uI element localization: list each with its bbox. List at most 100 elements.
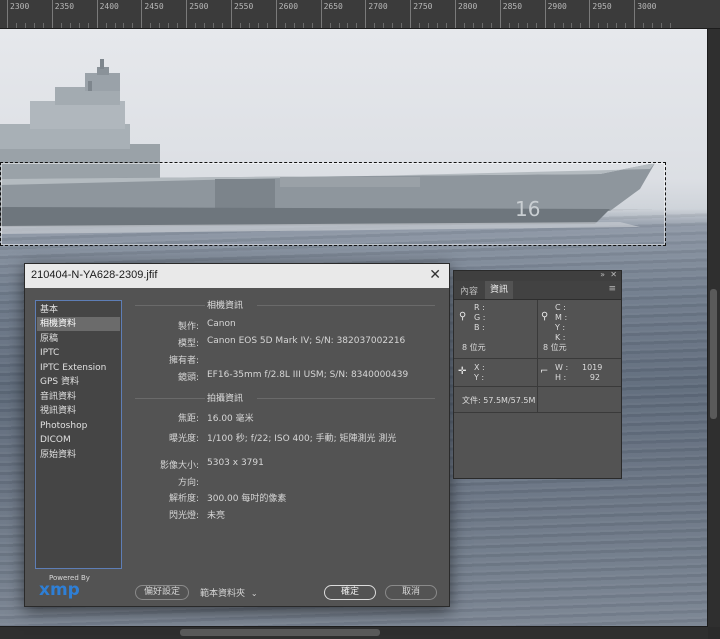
bit-depth-right: 8 位元 [543, 343, 567, 352]
vertical-scrollbar[interactable] [707, 29, 720, 627]
ruler-minor-tick [607, 23, 609, 28]
image-size-label: 影像大小: [159, 461, 199, 471]
exposure-label: 曝光度: [168, 434, 199, 444]
close-icon[interactable]: ✕ [610, 270, 617, 279]
eyedropper-icon: ⚲ [541, 311, 549, 322]
panel-menu-icon[interactable]: ≡ [608, 284, 616, 294]
ruler-label: 2900 [547, 2, 567, 11]
ruler-minor-tick [383, 23, 385, 28]
category-camera-data[interactable]: 相機資料 [37, 317, 120, 331]
ruler-tick: 2500 [186, 0, 208, 28]
category-origin[interactable]: 原稿 [37, 332, 120, 346]
ruler-label: 2850 [502, 2, 523, 11]
ruler-minor-tick [374, 23, 376, 28]
category-dicom[interactable]: DICOM [37, 433, 120, 447]
image-size-value: 5303 x 3791 [207, 458, 264, 468]
ruler-minor-tick [204, 23, 206, 28]
scroll-thumb[interactable] [180, 629, 380, 636]
ruler-minor-tick [302, 23, 304, 28]
bit-depth-left: 8 位元 [462, 343, 486, 352]
scroll-thumb[interactable] [710, 289, 717, 419]
ruler-label: 2700 [368, 2, 388, 11]
r-label: R : [474, 303, 485, 312]
ok-button[interactable]: 確定 [324, 585, 376, 600]
panel-divider [537, 300, 538, 412]
template-folder-dropdown[interactable]: 範本資料夾 ⌄ [200, 586, 258, 599]
ruler-minor-tick [123, 23, 125, 28]
ruler-tick: 2650 [320, 0, 343, 28]
tab-info[interactable]: 資訊 [485, 281, 514, 299]
tab-properties[interactable]: 內容 [460, 284, 478, 297]
dialog-title: 210404-N-YA628-2309.jfif [31, 269, 158, 281]
category-video-data[interactable]: 視訊資料 [37, 404, 120, 418]
info-panel: » ✕ 內容 資訊 ≡ ⚲ R : G : B : 8 位元 ⚲ C : M :… [453, 270, 622, 479]
orientation-label: 方向: [177, 478, 199, 488]
ruler-minor-tick [15, 23, 17, 28]
ruler-tick: 2800 [455, 0, 477, 28]
category-iptc-extension[interactable]: IPTC Extension [37, 361, 120, 375]
horizontal-ruler[interactable]: 2300 2350 2400 2450 2500 2550 2600 2650 2700 2750… [0, 0, 720, 29]
make-value: Canon [207, 319, 236, 329]
resolution-value: 300.00 每吋的像素 [207, 494, 287, 504]
lens-label: 鏡頭: [177, 373, 199, 383]
k-label: K : [555, 333, 566, 342]
c-label: C : [555, 303, 566, 312]
ruler-minor-tick [535, 23, 537, 28]
ruler-minor-tick [580, 23, 582, 28]
marquee-selection[interactable] [0, 162, 666, 246]
model-label: 模型: [177, 339, 199, 349]
document-size: 文件: 57.5M/57.5M [462, 396, 536, 405]
camera-info-heading: 相機資訊 [207, 301, 244, 311]
category-audio-data[interactable]: 音訊資料 [37, 390, 120, 404]
ruler-minor-tick [463, 23, 465, 28]
cancel-button[interactable]: 取消 [385, 585, 437, 600]
y-coord-label: Y : [474, 373, 485, 382]
ruler-minor-tick [625, 23, 627, 28]
ruler-minor-tick [356, 23, 358, 28]
ruler-label: 2500 [189, 2, 209, 11]
section-divider [135, 398, 205, 399]
category-gps-data[interactable]: GPS 資料 [37, 375, 120, 389]
ruler-minor-tick [105, 23, 107, 28]
selection-size-icon: ⌐ [540, 366, 549, 377]
ruler-minor-tick [159, 23, 161, 28]
close-icon[interactable]: ✕ [429, 267, 441, 283]
w-label: W : [555, 363, 569, 372]
ruler-label: 2550 [234, 2, 254, 11]
panel-divider [454, 412, 621, 413]
panel-divider [454, 358, 621, 359]
ruler-tick: 2400 [96, 0, 119, 28]
category-raw-data[interactable]: 原始資料 [37, 448, 120, 462]
collapse-icon[interactable]: » [600, 270, 605, 279]
section-divider [135, 305, 205, 306]
preferences-button[interactable]: 偏好設定 [135, 585, 189, 600]
ruler-minor-tick [526, 23, 528, 28]
ruler-minor-tick [248, 23, 250, 28]
h-label: H : [555, 373, 567, 382]
ruler-minor-tick [24, 23, 26, 28]
ruler-label: 2950 [592, 2, 612, 11]
category-photoshop[interactable]: Photoshop [37, 419, 120, 433]
panel-header[interactable]: » ✕ [454, 270, 621, 281]
category-list: 基本 相機資料 原稿 IPTC IPTC Extension GPS 資料 音訊… [35, 300, 122, 569]
ruler-tick: 3000 [634, 0, 656, 28]
focal-length-value: 16.00 毫米 [207, 414, 254, 424]
dialog-titlebar[interactable]: 210404-N-YA628-2309.jfif ✕ [25, 264, 449, 288]
y-label: Y : [555, 323, 566, 332]
eyedropper-icon: ⚲ [459, 311, 467, 322]
ruler-label: 2400 [99, 2, 119, 11]
ruler-minor-tick [652, 23, 654, 28]
ruler-minor-tick [472, 23, 474, 28]
ruler-minor-tick [150, 23, 152, 28]
panel-divider [454, 386, 621, 387]
panel-tabs: 內容 資訊 ≡ [454, 281, 621, 300]
ruler-label: 2600 [278, 2, 299, 11]
ruler-label: 2450 [144, 2, 164, 11]
horizontal-scrollbar[interactable] [0, 626, 708, 639]
g-label: G : [474, 313, 486, 322]
chevron-down-icon: ⌄ [250, 589, 258, 598]
category-basic[interactable]: 基本 [37, 303, 120, 317]
ruler-minor-tick [437, 23, 439, 28]
category-iptc[interactable]: IPTC [37, 346, 120, 360]
ruler-tick: 2850 [499, 0, 522, 28]
